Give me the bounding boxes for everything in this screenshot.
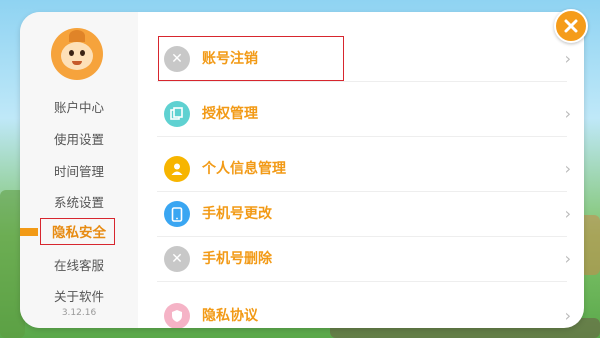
menu-row-privacy-policy[interactable]: 隐私协议 › [157,294,571,328]
menu-label: 个人信息管理 [202,161,286,177]
menu-label: 隐私协议 [202,308,258,324]
sidebar-item-about[interactable]: 关于软件 [20,287,138,307]
phone-icon [164,201,190,227]
close-icon [564,19,578,33]
menu-row-delete-phone[interactable]: ✕ 手机号删除 › [157,237,571,282]
avatar-face [61,42,93,70]
chevron-right-icon: › [564,104,571,123]
chevron-right-icon: › [564,249,571,268]
chevron-right-icon: › [564,49,571,68]
sidebar-item-account[interactable]: 账户中心 [20,98,138,118]
person-icon [164,156,190,182]
annotation-box-menu [158,36,344,81]
menu-label: 授权管理 [202,106,258,122]
content-list: ✕ 账号注销 › 授权管理 › 个人信息管理 › 手机号更改 › ✕ 手机号删除… [157,12,584,328]
menu-row-authorization-management[interactable]: 授权管理 › [157,92,571,137]
avatar-eye [69,50,74,56]
menu-row-personal-info[interactable]: 个人信息管理 › [157,147,571,192]
version-label: 3.12.16 [61,308,97,318]
menu-label: 手机号删除 [202,251,272,267]
sidebar: 账户中心 使用设置 时间管理 系统设置 隐私安全 在线客服 关于软件 3.12.… [20,12,138,328]
sidebar-item-usage-settings[interactable]: 使用设置 [20,130,138,150]
sidebar-item-online-support[interactable]: 在线客服 [20,256,138,276]
avatar-eye [80,50,85,56]
chevron-right-icon: › [564,306,571,325]
sidebar-item-system-settings[interactable]: 系统设置 [20,193,138,213]
x-circle-icon: ✕ [164,246,190,272]
chevron-right-icon: › [564,159,571,178]
sidebar-item-time-management[interactable]: 时间管理 [20,162,138,182]
menu-label: 手机号更改 [202,206,272,222]
close-button[interactable] [554,9,588,43]
avatar[interactable] [51,28,103,80]
shield-icon [164,303,190,328]
copy-icon [164,101,190,127]
menu-row-change-phone[interactable]: 手机号更改 › [157,192,571,237]
chevron-right-icon: › [564,204,571,223]
annotation-box-sidebar [40,218,115,245]
settings-panel: 账户中心 使用设置 时间管理 系统设置 隐私安全 在线客服 关于软件 3.12.… [20,12,584,328]
avatar-tuft [69,30,85,42]
